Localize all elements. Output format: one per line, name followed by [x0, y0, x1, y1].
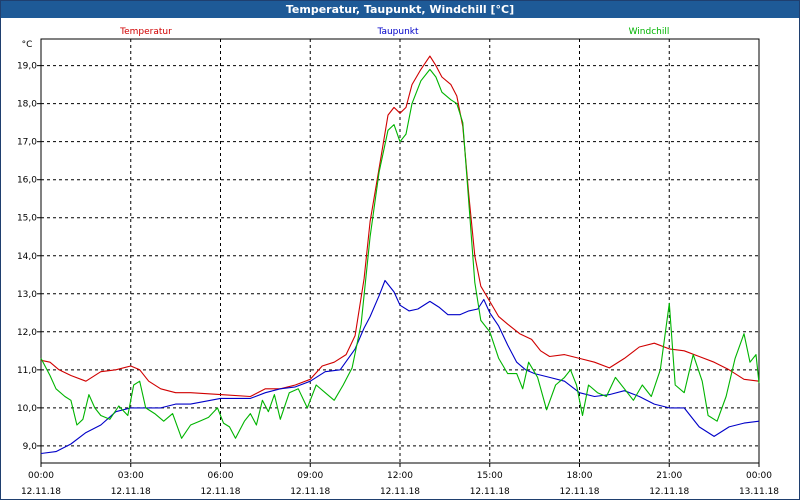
x-tick-date-label: 13.11.18 [739, 487, 779, 497]
y-tick-label: 14,0 [17, 252, 37, 262]
legend-temperatur: Temperatur [119, 27, 172, 37]
legend-windchill: Windchill [629, 27, 670, 37]
y-tick-label: 17,0 [17, 138, 37, 148]
y-tick-label: 15,0 [17, 214, 37, 224]
y-tick-label: 10,0 [17, 404, 37, 414]
x-tick-time-label: 00:00 [746, 471, 772, 481]
x-tick-date-label: 12.11.18 [380, 487, 420, 497]
chart-window: Temperatur, Taupunkt, Windchill [°C] 9,0… [0, 0, 800, 500]
x-tick-time-label: 09:00 [297, 471, 323, 481]
x-tick-time-label: 06:00 [208, 471, 234, 481]
x-tick-date-label: 12.11.18 [649, 487, 689, 497]
line-chart: 9,0 10,0 11,0 12,0 13,0 14,0 15,0 16,0 17,0 18,0 1… [17, 27, 779, 497]
y-tick-label: 16,0 [17, 176, 37, 186]
x-tick-time-label: 00:00 [28, 471, 54, 481]
x-tick-date-label: 12.11.18 [559, 487, 599, 497]
y-axis-label: °C [22, 40, 33, 50]
window-title: Temperatur, Taupunkt, Windchill [°C] [1, 1, 799, 18]
x-tick-time-label: 03:00 [118, 471, 144, 481]
x-tick-date-label: 12.11.18 [111, 487, 151, 497]
x-tick-date-label: 12.11.18 [470, 487, 510, 497]
x-tick-time-label: 21:00 [656, 471, 682, 481]
y-tick-label: 18,0 [17, 100, 37, 110]
y-tick-label: 12,0 [17, 328, 37, 338]
x-tick-date-label: 12.11.18 [290, 487, 330, 497]
y-tick-label: 19,0 [17, 62, 37, 72]
y-tick-label: 13,0 [17, 290, 37, 300]
x-tick-time-label: 18:00 [567, 471, 593, 481]
x-tick-time-label: 12:00 [387, 471, 413, 481]
y-tick-label: 9,0 [23, 442, 38, 452]
x-tick-date-label: 12.11.18 [21, 487, 61, 497]
x-tick-date-label: 12.11.18 [200, 487, 240, 497]
x-tick-time-label: 15:00 [477, 471, 503, 481]
legend-taupunkt: Taupunkt [376, 27, 419, 37]
y-tick-label: 11,0 [17, 366, 37, 376]
